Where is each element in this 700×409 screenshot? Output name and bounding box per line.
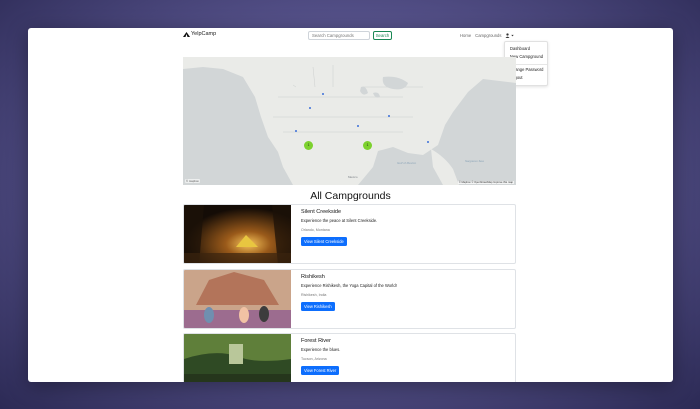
map-label-sargasso: Sargasso Sea	[465, 159, 484, 163]
mapbox-logo[interactable]: © mapbox	[185, 179, 200, 183]
browser-window: YelpCamp Search Home Campgrounds Dashboa…	[28, 28, 673, 382]
map-tiles	[183, 57, 516, 185]
map-label-mexico: Mexico	[348, 175, 358, 179]
nav-link-home[interactable]: Home	[460, 33, 471, 38]
map-point[interactable]	[309, 107, 311, 109]
map-cluster-marker[interactable]: 1	[363, 141, 372, 150]
search-button[interactable]: Search	[373, 31, 392, 40]
map-point[interactable]	[357, 125, 359, 127]
campground-location: Orlando, Montana	[301, 228, 330, 232]
map-point[interactable]	[427, 141, 429, 143]
map-label-gulf: Gulf of Mexico	[397, 161, 417, 165]
tent-icon	[183, 31, 190, 37]
map-point[interactable]	[388, 115, 390, 117]
campground-card: Silent Creekside Experience the peace at…	[183, 204, 516, 264]
caret-down-icon	[511, 34, 515, 37]
navbar: YelpCamp Search Home Campgrounds	[28, 28, 673, 46]
campground-title: Silent Creekside	[301, 209, 342, 215]
dropdown-item-dashboard[interactable]: Dashboard	[510, 46, 530, 51]
view-campground-button[interactable]: View Forest River	[301, 366, 340, 375]
campground-title: Forest River	[301, 338, 331, 344]
view-campground-button[interactable]: View Silent Creekside	[301, 237, 347, 246]
brand[interactable]: YelpCamp	[183, 31, 216, 37]
campground-location: Tucson, Arizona	[301, 357, 327, 361]
user-icon	[505, 33, 510, 38]
user-menu-toggle[interactable]	[505, 33, 515, 38]
nav-links: Home Campgrounds	[460, 33, 515, 38]
campground-image	[184, 205, 291, 263]
campground-card: Rishikesh Experience Rishikesh, the Yoga…	[183, 269, 516, 329]
cluster-map[interactable]: 1 1 Gulf of Mexico Sargasso Sea Mexico ©…	[183, 57, 516, 185]
campground-card: Forest River Experience the blues. Tucso…	[183, 333, 516, 382]
campground-location: Rishikesh, India	[301, 293, 327, 297]
nav-link-campgrounds[interactable]: Campgrounds	[475, 33, 501, 38]
map-point[interactable]	[295, 130, 297, 132]
campground-description: Experience the blues.	[301, 347, 341, 352]
campground-description: Experience Rishikesh, the Yoga Capital o…	[301, 283, 397, 288]
page-title: All Campgrounds	[310, 190, 391, 202]
campground-image	[184, 334, 291, 382]
map-attribution[interactable]: © Mapbox © OpenStreetMap Improve this ma…	[457, 181, 514, 184]
campground-title: Rishikesh	[301, 274, 325, 280]
campground-description: Experience the peace at Silent Creekside…	[301, 218, 378, 223]
map-cluster-marker[interactable]: 1	[304, 141, 313, 150]
brand-label: YelpCamp	[191, 31, 217, 37]
campground-image	[184, 270, 291, 328]
map-point[interactable]	[322, 93, 324, 95]
view-campground-button[interactable]: View Rishikesh	[301, 302, 335, 311]
search-input[interactable]	[308, 31, 370, 40]
